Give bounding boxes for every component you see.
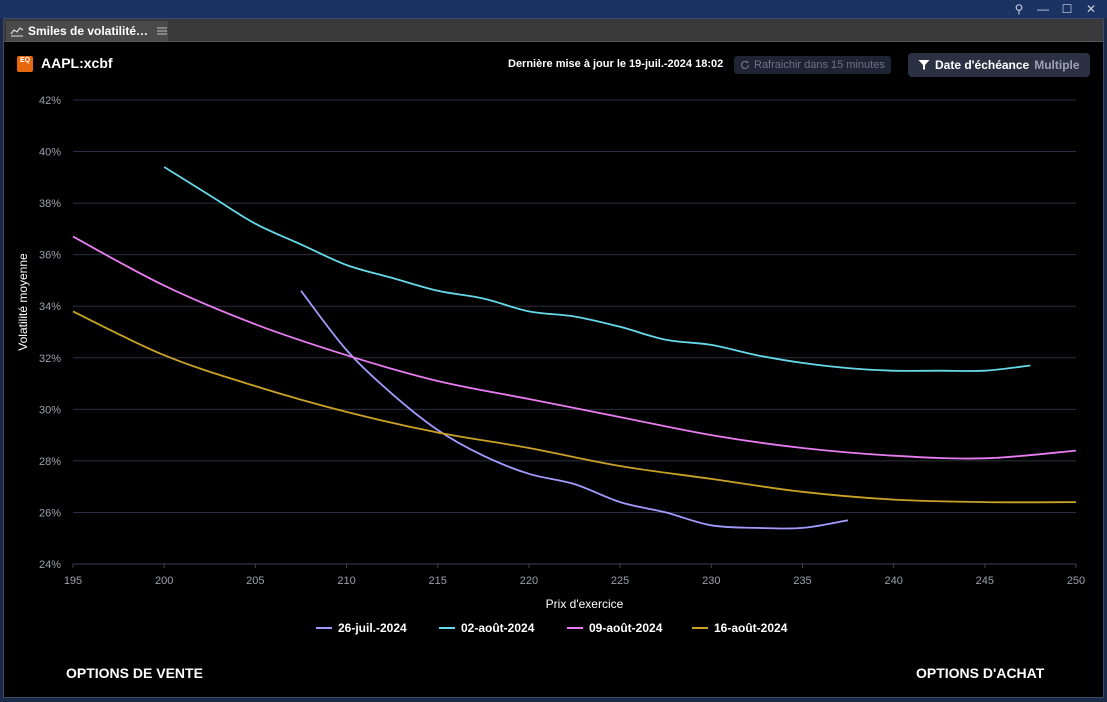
y-tick-label: 26% [39,507,61,519]
minimize-icon[interactable]: — [1033,1,1053,17]
y-tick-label: 28% [39,456,61,468]
y-tick-label: 24% [39,559,61,571]
legend-label-2[interactable]: 02-août-2024 [461,621,535,635]
x-tick-label: 200 [155,575,173,587]
x-tick-label: 235 [793,575,811,587]
x-tick-label: 240 [884,575,902,587]
puts-options-tab[interactable]: OPTIONS DE VENTE [66,665,203,681]
close-icon[interactable]: ✕ [1081,1,1101,17]
x-tick-label: 210 [337,575,355,587]
y-tick-label: 36% [39,250,61,262]
x-tick-label: 205 [246,575,264,587]
pin-icon[interactable]: ⚲ [1009,1,1029,17]
x-tick-label: 195 [64,575,82,587]
x-axis-title: Prix d'exercice [546,597,624,611]
series-line-3 [72,235,1077,460]
x-tick-label: 225 [611,575,629,587]
y-tick-label: 40% [39,147,61,159]
window-titlebar: ⚲ — ☐ ✕ [0,0,1107,18]
calls-options-tab[interactable]: OPTIONS D'ACHAT [916,665,1044,681]
panel-frame: Smiles de volatilité… EQ AAPL:xcbf Derni… [3,18,1104,698]
volatility-chart: 24% 26% 28% 30% 32% 34% 36% 38% 40% 42% 195 200 205 2… [16,95,1085,635]
x-tick-label: 250 [1067,575,1085,587]
window-controls: ⚲ — ☐ ✕ [1009,1,1101,17]
y-tick-label: 32% [39,353,61,365]
y-tick-label: 38% [39,198,61,210]
x-tick-label: 220 [520,575,538,587]
y-tick-label: 42% [39,95,61,107]
x-tick-label: 230 [702,575,720,587]
legend-label-1[interactable]: 26-juil.-2024 [338,621,407,635]
y-tick-label: 30% [39,404,61,416]
y-tick-label: 34% [39,301,61,313]
legend-label-3[interactable]: 09-août-2024 [589,621,663,635]
x-tick-label: 215 [429,575,447,587]
legend-label-4[interactable]: 16-août-2024 [714,621,788,635]
series-line-2 [163,166,1031,372]
maximize-icon[interactable]: ☐ [1057,1,1077,17]
x-tick-label: 245 [976,575,994,587]
series-line-4 [72,310,1077,504]
y-axis-title: Volatilité moyenne [16,253,30,351]
